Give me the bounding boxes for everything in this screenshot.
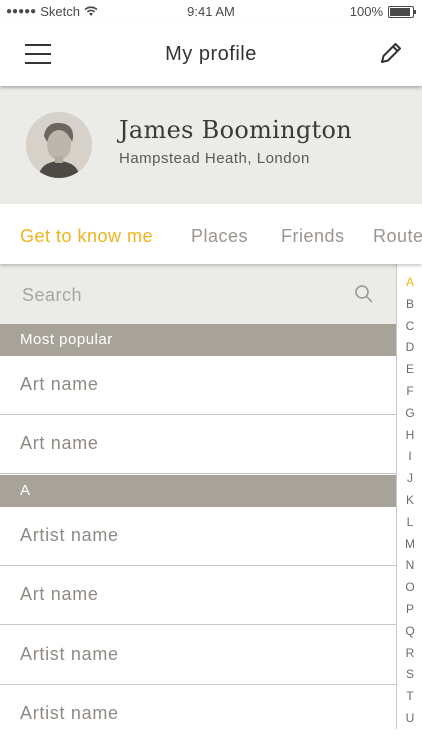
list-item-label: Art name — [20, 433, 99, 453]
avatar-photo — [26, 112, 92, 178]
tab-routes[interactable]: Routes — [373, 226, 422, 247]
tab-get-to-know-me[interactable]: Get to know me — [20, 226, 153, 247]
list-item[interactable]: Artist name — [0, 626, 396, 685]
section-header: A — [0, 475, 396, 507]
list-item-label: Art name — [20, 584, 99, 604]
search-icon[interactable] — [354, 284, 374, 304]
index-letter-n[interactable]: N — [397, 558, 422, 572]
index-letter-o[interactable]: O — [397, 580, 422, 594]
battery-info: 100% — [349, 4, 416, 19]
index-letter-l[interactable]: L — [397, 515, 422, 529]
index-letter-c[interactable]: C — [397, 319, 422, 333]
list-item[interactable]: Art name — [0, 566, 396, 625]
tab-places[interactable]: Places — [191, 226, 248, 247]
page-title: My profile — [165, 43, 257, 65]
list-item[interactable]: Art name — [0, 415, 396, 474]
alphabet-index[interactable]: ABCDEFGHIJKLMNOPQRSTU — [396, 264, 422, 729]
index-letter-q[interactable]: Q — [397, 624, 422, 638]
search-bar — [0, 264, 396, 324]
search-input[interactable] — [20, 282, 344, 308]
profile-header: James Boomington Hampstead Heath, London — [0, 86, 422, 204]
avatar[interactable] — [26, 112, 92, 178]
index-letter-s[interactable]: S — [397, 667, 422, 681]
section-title: A — [20, 482, 31, 499]
section-header: Most popular — [0, 324, 396, 356]
edit-pencil-icon[interactable] — [378, 40, 404, 66]
profile-tabs: Get to know me Places Friends Routes — [0, 204, 422, 264]
index-letter-f[interactable]: F — [397, 384, 422, 398]
index-letter-e[interactable]: E — [397, 362, 422, 376]
list-item[interactable]: Art name — [0, 356, 396, 415]
nav-bar: My profile — [0, 24, 422, 86]
index-letter-b[interactable]: B — [397, 297, 422, 311]
index-letter-g[interactable]: G — [397, 406, 422, 420]
index-letter-j[interactable]: J — [397, 471, 422, 485]
index-letter-p[interactable]: P — [397, 602, 422, 616]
index-letter-d[interactable]: D — [397, 340, 422, 354]
status-bar: ●●●●● Sketch 9:41 AM 100% — [0, 0, 422, 24]
section-title: Most popular — [20, 331, 113, 348]
tab-friends[interactable]: Friends — [281, 226, 345, 247]
index-letter-m[interactable]: M — [397, 537, 422, 551]
list-item-label: Art name — [20, 374, 99, 394]
list-item-label: Artist name — [20, 525, 119, 545]
index-letter-u[interactable]: U — [397, 711, 422, 725]
profile-name: James Boomington — [119, 116, 352, 144]
battery-percent: 100% — [349, 4, 383, 19]
index-letter-a[interactable]: A — [397, 275, 422, 289]
list-item[interactable]: Artist name — [0, 507, 396, 566]
profile-location: Hampstead Heath, London — [119, 150, 310, 167]
list-item[interactable]: Artist name — [0, 685, 396, 743]
list-item-label: Artist name — [20, 703, 119, 723]
index-letter-h[interactable]: H — [397, 428, 422, 442]
index-letter-k[interactable]: K — [397, 493, 422, 507]
index-letter-i[interactable]: I — [397, 449, 422, 463]
index-letter-t[interactable]: T — [397, 689, 422, 703]
battery-icon — [388, 5, 416, 18]
list-item-label: Artist name — [20, 644, 119, 664]
index-letter-r[interactable]: R — [397, 646, 422, 660]
